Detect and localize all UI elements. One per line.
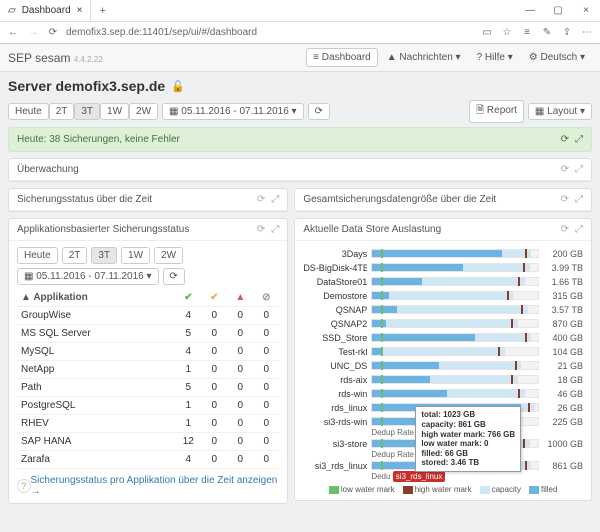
note-icon[interactable]: ✎ xyxy=(540,27,554,38)
browser-tab[interactable]: ▱ Dashboard × xyxy=(0,0,91,22)
app-table: ▲ Applikation ✔ ✔ ▲ ⊘ GroupWise4000MS SQ… xyxy=(17,289,279,469)
alert-text: Heute: 38 Sicherungen, keine Fehler xyxy=(17,134,180,145)
ds-row[interactable]: QSNAP2 870 GB xyxy=(303,317,583,330)
close-icon[interactable]: × xyxy=(572,5,600,16)
ds-row[interactable]: rds-aix 18 GB xyxy=(303,373,583,386)
table-row[interactable]: MS SQL Server5000 xyxy=(17,325,279,343)
status-alert: Heute: 38 Sicherungen, keine Fehler ⟳ ⤢ xyxy=(8,127,592,152)
panel-expand-icon[interactable]: ⤢ xyxy=(575,164,583,175)
alert-expand-icon[interactable]: ⤢ xyxy=(575,134,583,145)
table-row[interactable]: SAP HANA12000 xyxy=(17,433,279,451)
page-icon: ▱ xyxy=(8,5,16,16)
back-icon[interactable]: ← xyxy=(6,27,20,38)
col-ok-icon[interactable]: ✔ xyxy=(175,289,201,307)
panel-total-time: Gesamtsicherungsdatengröße über die Zeit… xyxy=(294,188,592,212)
layout-button[interactable]: ▦ Layout ▾ xyxy=(528,103,592,120)
nav-hilfe[interactable]: ? Hilfe ▾ xyxy=(470,48,520,67)
table-row[interactable]: GroupWise4000 xyxy=(17,307,279,325)
range-Heute[interactable]: Heute xyxy=(8,103,49,120)
ds-row[interactable]: QSNAP 3.57 TB xyxy=(303,303,583,316)
ds-row[interactable]: SSD_Store 400 GB xyxy=(303,331,583,344)
ds-row[interactable]: UNC_DS 21 GB xyxy=(303,359,583,372)
forward-icon[interactable]: → xyxy=(26,27,40,38)
panel-watch: Überwachung ⟳⤢ xyxy=(8,158,592,182)
ds-row[interactable]: 3Days 200 GB xyxy=(303,247,583,260)
range-3T[interactable]: 3T xyxy=(91,247,117,264)
maximize-icon[interactable]: ▢ xyxy=(544,5,572,16)
minimize-icon[interactable]: — xyxy=(516,5,544,16)
range-1W[interactable]: 1W xyxy=(121,247,150,264)
nav-language[interactable]: ⚙ Deutsch ▾ xyxy=(522,48,592,67)
refresh-2[interactable]: ⟳ xyxy=(163,268,185,285)
range-2T[interactable]: 2T xyxy=(49,103,75,120)
refresh-range[interactable]: ⟳ xyxy=(308,103,330,120)
range-3T[interactable]: 3T xyxy=(74,103,100,120)
address-bar: ← → ⟳ ▭ ☆ ≡ ✎ ⇪ ⋯ xyxy=(0,22,600,44)
help-icon[interactable]: ? xyxy=(17,479,31,493)
range-1W[interactable]: 1W xyxy=(100,103,129,120)
ds-row[interactable]: Demostore 315 GB xyxy=(303,289,583,302)
nav-nachrichten[interactable]: ▲ Nachrichten ▾ xyxy=(380,48,468,67)
star-icon[interactable]: ☆ xyxy=(500,27,514,38)
table-row[interactable]: RHEV1000 xyxy=(17,415,279,433)
panel-app-status: Applikationsbasierter Sicherungsstatus ⟳… xyxy=(8,218,288,504)
col-warn-icon[interactable]: ✔ xyxy=(201,289,227,307)
range-2T[interactable]: 2T xyxy=(62,247,88,264)
close-tab-icon[interactable]: × xyxy=(77,5,83,16)
unlock-icon[interactable]: 🔓 xyxy=(171,80,185,93)
col-block-icon[interactable]: ⊘ xyxy=(253,289,279,307)
hub-icon[interactable]: ≡ xyxy=(520,27,534,38)
more-icon[interactable]: ⋯ xyxy=(580,27,594,38)
window-titlebar: ▱ Dashboard × + — ▢ × xyxy=(0,0,600,22)
share-icon[interactable]: ⇪ xyxy=(560,27,574,38)
ds-row[interactable]: Test-rkl 104 GB xyxy=(303,345,583,358)
table-row[interactable]: MySQL4000 xyxy=(17,343,279,361)
range-2W[interactable]: 2W xyxy=(154,247,183,264)
nav-dashboard[interactable]: ≡ Dashboard xyxy=(306,48,378,67)
panel-status-time: Sicherungsstatus über die Zeit ⟳⤢ xyxy=(8,188,288,212)
brand: SEP sesam 4.4.2.22 xyxy=(8,51,103,65)
ds-row[interactable]: rds-win 46 GB xyxy=(303,387,583,400)
range-Heute[interactable]: Heute xyxy=(17,247,58,264)
url-input[interactable] xyxy=(66,27,474,38)
date-range-2[interactable]: ▦ 05.11.2016 - 07.11.2016 ▾ xyxy=(17,268,159,285)
table-row[interactable]: NetApp1000 xyxy=(17,361,279,379)
app-topbar: SEP sesam 4.4.2.22 ≡ Dashboard ▲ Nachric… xyxy=(0,44,600,72)
report-button[interactable]: 🗎 Report xyxy=(469,100,524,123)
table-row[interactable]: Path5000 xyxy=(17,379,279,397)
ds-row[interactable]: DataStore01 1.66 TB xyxy=(303,275,583,288)
ds-row[interactable]: DS-BigDisk-4TB 3.99 TB xyxy=(303,261,583,274)
panel-refresh-icon[interactable]: ⟳ xyxy=(561,164,569,175)
range-2W[interactable]: 2W xyxy=(129,103,158,120)
reading-icon[interactable]: ▭ xyxy=(480,27,494,38)
panel-ds-util: Aktuelle Data Store Auslastung ⟳⤢ 3Days … xyxy=(294,218,592,501)
date-range[interactable]: ▦ 05.11.2016 - 07.11.2016 ▾ xyxy=(162,103,304,120)
page-title: Server demofix3.sep.de xyxy=(8,78,165,94)
alert-refresh-icon[interactable]: ⟳ xyxy=(561,134,569,145)
app-detail-link[interactable]: Sicherungsstatus pro Applikation über di… xyxy=(31,475,280,497)
ds-tooltip: total: 1023 GBcapacity: 861 GBhigh water… xyxy=(415,406,521,472)
refresh-icon[interactable]: ⟳ xyxy=(46,27,60,38)
tab-title: Dashboard xyxy=(22,5,71,16)
table-row[interactable]: Zarafa4000 xyxy=(17,451,279,469)
new-tab-button[interactable]: + xyxy=(91,5,113,17)
col-err-icon[interactable]: ▲ xyxy=(227,289,253,307)
ds-legend: low water mark high water mark capacity … xyxy=(303,485,583,494)
table-row[interactable]: PostgreSQL1000 xyxy=(17,397,279,415)
col-app[interactable]: ▲ Applikation xyxy=(17,289,175,307)
